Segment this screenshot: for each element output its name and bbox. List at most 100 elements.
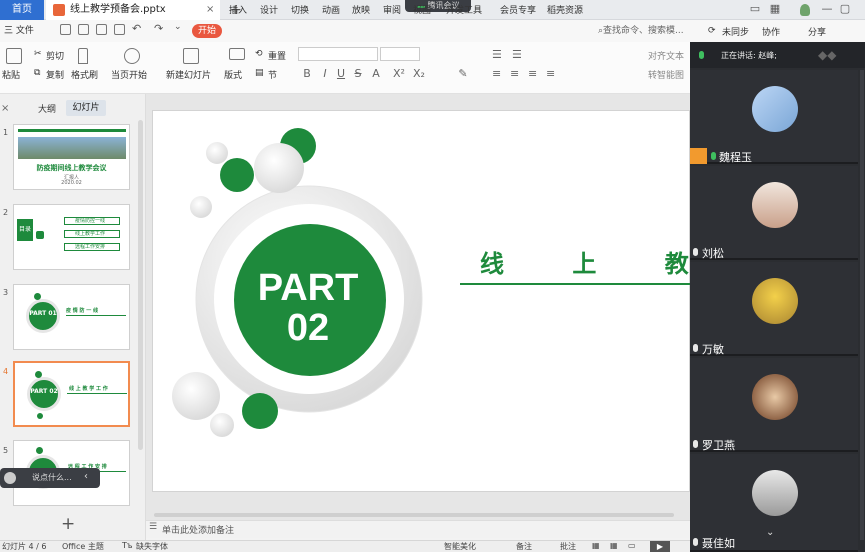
convert-smart-button[interactable]: 转智能图 (648, 68, 684, 81)
play-icon[interactable] (124, 48, 140, 64)
superscript-button[interactable]: X² (390, 67, 408, 80)
horizontal-scrollbar-track[interactable] (146, 510, 690, 520)
underline-button[interactable]: U (334, 67, 348, 80)
menu-start[interactable]: 开始 (192, 24, 222, 38)
font-name-select[interactable] (298, 47, 378, 61)
menu-transition[interactable]: 切换 (291, 0, 309, 22)
bullet-list-icon[interactable]: ☰ (492, 48, 502, 61)
participant-tile-1[interactable]: 魏程玉 (690, 70, 858, 164)
participant-tile-3[interactable]: 万敏 (690, 262, 858, 356)
play-slideshow-button[interactable]: ▶ (650, 541, 670, 552)
copy-icon[interactable]: ⧉ (34, 68, 40, 78)
justify-icon[interactable]: ≡ (546, 67, 555, 80)
chevron-left-icon[interactable]: ‹ (84, 471, 88, 482)
format-painter-icon[interactable] (78, 48, 88, 64)
reset-button[interactable]: 重置 (268, 49, 286, 62)
comments-button[interactable]: 批注 (560, 541, 576, 552)
avatar[interactable] (800, 4, 810, 16)
align-center-icon[interactable]: ≡ (510, 67, 519, 80)
save-icon[interactable] (60, 24, 71, 35)
menu-slideshow[interactable]: 放映 (352, 0, 370, 22)
cut-button[interactable]: 剪切 (46, 49, 64, 62)
sorter-view-icon[interactable]: ▦ (610, 541, 618, 550)
meeting-chat-input[interactable]: 说点什么... ‹ (0, 468, 100, 488)
align-right-icon[interactable]: ≡ (528, 67, 537, 80)
qat-more-icon[interactable]: ⌄ (174, 22, 182, 32)
notes-button[interactable]: 备注 (516, 541, 532, 552)
notes-placeholder[interactable]: 单击此处添加备注 (162, 523, 234, 536)
scissors-icon[interactable]: ✂ (34, 49, 42, 59)
menu-docer[interactable]: 稻壳资源 (547, 0, 583, 22)
slide-thumbnail-1[interactable]: 防疫期间线上教学会议 汇报人 2020.02 (13, 124, 130, 190)
layout-icon[interactable]: ▭ (748, 2, 762, 16)
close-tab-icon[interactable]: × (206, 0, 214, 20)
reading-view-icon[interactable]: ▭ (628, 541, 636, 550)
slide-thumbnail-4[interactable]: PART 02 线 上 教 学 工 作 (13, 361, 130, 427)
strikethrough-button[interactable]: S (351, 67, 365, 80)
tab-document[interactable]: 线上教学预备会.pptx × (46, 0, 220, 20)
sync-icon[interactable]: ⟳ (708, 26, 716, 36)
tab-slides[interactable]: 幻灯片 (66, 100, 106, 116)
command-search[interactable]: ⌕查找命令、搜索模... (598, 20, 690, 42)
highlight-button[interactable]: ✎ (456, 67, 470, 80)
from-current-button[interactable]: 当页开始 (111, 68, 147, 81)
normal-view-icon[interactable]: ▦ (592, 541, 600, 550)
grid-icon[interactable]: ▦ (768, 2, 782, 16)
participant-tile-2[interactable]: 刘松 (690, 166, 858, 260)
paste-button[interactable]: 粘贴 (2, 68, 20, 81)
thumb-toc-item-1: 疫情防控一线 (64, 217, 120, 225)
new-slide-icon[interactable] (183, 48, 199, 64)
maximize-icon[interactable]: ▢ (838, 2, 852, 16)
export-icon[interactable] (78, 24, 89, 35)
menu-review[interactable]: 审阅 (383, 0, 401, 22)
slide-thumbnail-2[interactable]: 目录 疫情防控一线 线上教学工作 远程工作安排 (13, 204, 130, 270)
emoji-icon[interactable] (4, 472, 16, 484)
chevron-down-icon[interactable]: ⌄ (766, 527, 774, 538)
sidebar-close-icon[interactable]: × (1, 103, 9, 114)
minimize-icon[interactable]: — (820, 2, 834, 16)
new-slide-button[interactable]: 新建幻灯片 (166, 68, 211, 81)
print-icon[interactable] (96, 24, 107, 35)
tab-outline[interactable]: 大纲 (38, 102, 56, 115)
menu-file[interactable]: 三 文件 (4, 20, 34, 42)
menu-animation[interactable]: 动画 (322, 0, 340, 22)
tab-home[interactable]: 首页 (0, 0, 44, 20)
paste-icon[interactable] (6, 48, 22, 64)
thumb-dot (37, 413, 43, 419)
undo-icon[interactable]: ↶ (132, 22, 141, 35)
add-slide-button[interactable]: + (61, 514, 75, 534)
menu-insert[interactable]: 插入 (229, 0, 247, 22)
bold-button[interactable]: B (300, 67, 314, 80)
meeting-scrollbar[interactable] (860, 70, 864, 540)
reset-icon[interactable]: ⟲ (255, 49, 263, 59)
section-icon[interactable]: ▤ (255, 68, 264, 78)
share-button[interactable]: 分享 (808, 25, 826, 38)
slide-number: 2 (3, 208, 9, 217)
sidebar-scrollbar[interactable] (138, 120, 143, 450)
layout-button[interactable]: 版式 (224, 68, 242, 81)
menu-design[interactable]: 设计 (260, 0, 278, 22)
collab-button[interactable]: 协作 (762, 25, 780, 38)
participant-tile-4[interactable]: 罗卫燕 (690, 358, 858, 452)
font-size-select[interactable] (380, 47, 420, 61)
align-text-button[interactable]: 对齐文本 (648, 49, 684, 62)
layout-grid-icon[interactable] (229, 48, 245, 60)
align-left-icon[interactable]: ≡ (492, 67, 501, 80)
menu-member[interactable]: 会员专享 (500, 0, 536, 22)
section-button[interactable]: 节 (268, 68, 277, 81)
menu-view[interactable]: 视图 (413, 0, 431, 22)
font-color-button[interactable]: A (369, 67, 383, 80)
copy-button[interactable]: 复制 (46, 68, 64, 81)
preview-icon[interactable] (114, 24, 125, 35)
format-painter-button[interactable]: 格式刷 (71, 68, 98, 81)
beautify-button[interactable]: 智能美化 (444, 541, 476, 552)
number-list-icon[interactable]: ☰ (512, 48, 522, 61)
redo-icon[interactable]: ↷ (154, 22, 163, 35)
slide-thumbnail-3[interactable]: PART 01 疫 情 防 一 线 (13, 284, 130, 350)
italic-button[interactable]: I (318, 67, 332, 80)
horizontal-scrollbar-thumb[interactable] (154, 513, 674, 517)
sync-button[interactable]: 未同步 (722, 25, 749, 38)
missing-font-button[interactable]: 缺失字体 (136, 541, 168, 552)
menu-developer[interactable]: 开发工具 (446, 0, 482, 22)
subscript-button[interactable]: X₂ (410, 67, 428, 80)
